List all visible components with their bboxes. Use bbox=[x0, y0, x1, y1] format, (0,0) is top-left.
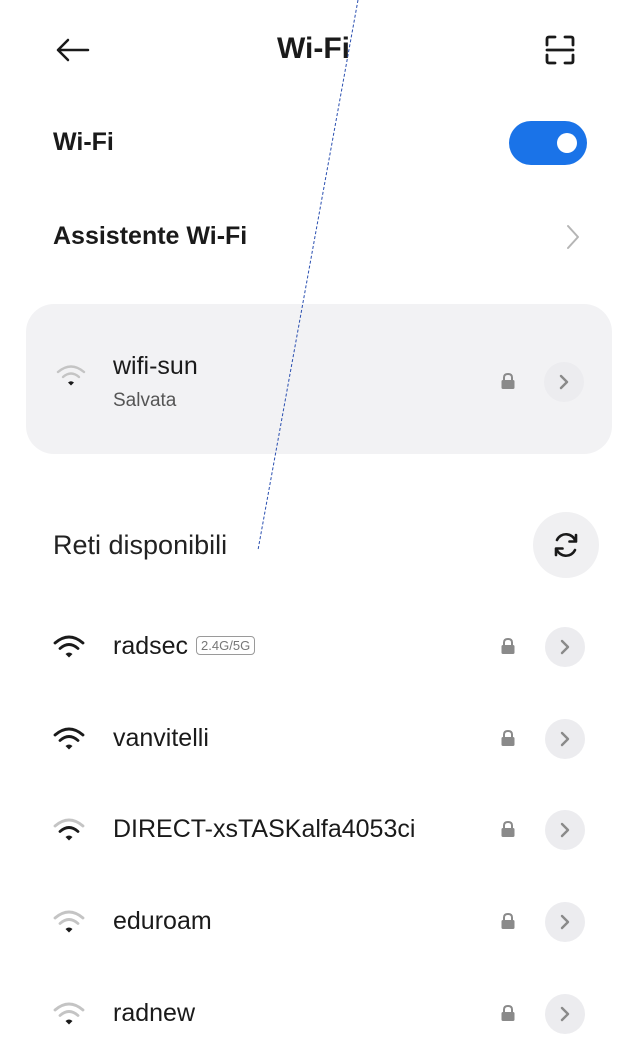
scan-button[interactable] bbox=[538, 28, 582, 72]
band-badge: 2.4G/5G bbox=[196, 636, 256, 655]
wifi-signal-full-icon bbox=[53, 635, 85, 658]
network-row[interactable]: eduroam bbox=[0, 893, 627, 953]
wifi-signal-weak-icon bbox=[53, 1002, 85, 1025]
wifi-assistant-row[interactable]: Assistente Wi-Fi bbox=[0, 204, 627, 268]
chevron-right-icon bbox=[559, 374, 569, 390]
chevron-right-icon bbox=[560, 822, 570, 838]
chevron-right-icon bbox=[560, 639, 570, 655]
lock-icon bbox=[501, 372, 515, 389]
chevron-right-icon bbox=[560, 914, 570, 930]
network-row[interactable]: DIRECT-xsTASKalfa4053ci bbox=[0, 801, 627, 861]
network-details-button[interactable] bbox=[545, 627, 585, 667]
wifi-signal-full-icon bbox=[53, 727, 85, 750]
network-ssid: DIRECT-xsTASKalfa4053ci bbox=[113, 815, 416, 843]
saved-network-card[interactable]: wifi-sun Salvata bbox=[26, 304, 612, 454]
saved-network-status: Salvata bbox=[113, 390, 177, 411]
lock-icon bbox=[501, 1004, 515, 1021]
refresh-icon bbox=[554, 532, 578, 558]
network-details-button[interactable] bbox=[545, 719, 585, 759]
wifi-signal-weak-icon bbox=[56, 365, 86, 386]
refresh-button[interactable] bbox=[533, 512, 599, 578]
lock-icon bbox=[501, 729, 515, 746]
chevron-right-icon bbox=[567, 225, 579, 249]
network-row[interactable]: vanvitelli bbox=[0, 710, 627, 770]
saved-network-details-button[interactable] bbox=[544, 362, 584, 402]
chevron-right-icon bbox=[560, 731, 570, 747]
chevron-right-icon bbox=[560, 1006, 570, 1022]
wifi-toggle-switch[interactable] bbox=[509, 121, 587, 165]
network-ssid: radsec bbox=[113, 632, 189, 660]
page-title: Wi-Fi bbox=[276, 32, 351, 65]
network-ssid: vanvitelli bbox=[113, 724, 209, 752]
lock-icon bbox=[501, 912, 515, 929]
lock-icon bbox=[501, 820, 515, 837]
saved-network-ssid: wifi-sun bbox=[113, 352, 198, 380]
network-details-button[interactable] bbox=[545, 810, 585, 850]
available-networks-title: Reti disponibili bbox=[53, 530, 228, 560]
wifi-toggle-row[interactable]: Wi-Fi bbox=[0, 112, 627, 176]
network-details-button[interactable] bbox=[545, 902, 585, 942]
qr-scan-icon bbox=[545, 35, 575, 65]
network-details-button[interactable] bbox=[545, 994, 585, 1034]
wifi-toggle-label: Wi-Fi bbox=[53, 128, 114, 156]
wifi-assistant-label: Assistente Wi-Fi bbox=[53, 222, 248, 250]
network-row[interactable]: radnew bbox=[0, 985, 627, 1045]
wifi-signal-weak-icon bbox=[53, 910, 85, 933]
toggle-knob bbox=[557, 133, 577, 153]
network-ssid-line: radsec 2.4G/5G bbox=[113, 632, 256, 661]
network-ssid: eduroam bbox=[113, 907, 212, 935]
wifi-signal-medium-icon bbox=[53, 818, 85, 841]
lock-icon bbox=[501, 637, 515, 654]
network-row[interactable]: radsec 2.4G/5G bbox=[0, 618, 627, 678]
network-ssid: radnew bbox=[113, 999, 195, 1027]
